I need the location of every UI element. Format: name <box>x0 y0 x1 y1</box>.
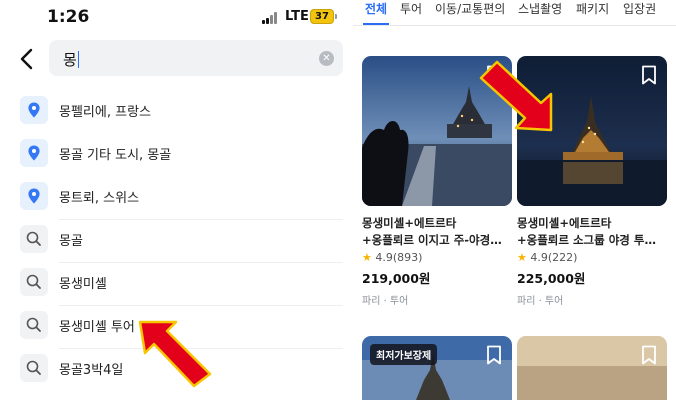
tab-snap[interactable]: 스냅촬영 <box>518 0 562 17</box>
suggestion-label: 몽생미셸 투어 <box>59 320 135 335</box>
star-icon: ★ <box>362 251 372 264</box>
network-label: LTE <box>285 9 309 24</box>
location-pin-icon <box>20 96 48 124</box>
tab-transport[interactable]: 이동/교통편의 <box>435 0 505 17</box>
suggestion-label: 몽생미셸 <box>59 277 107 292</box>
search-icon <box>20 268 48 296</box>
product-title: 몽생미셸+에트르타 +옹플뢰르 소그룹 야경 투… <box>517 216 656 247</box>
bookmark-icon[interactable] <box>641 65 657 85</box>
signal-icon <box>262 12 282 24</box>
search-icon <box>20 354 48 382</box>
product-meta: 파리 · 투어 <box>517 296 564 307</box>
search-icon <box>20 225 48 253</box>
suggestion-item[interactable]: 몽펠리에, 프랑스 <box>0 90 353 133</box>
search-icon <box>20 311 48 339</box>
active-tab-indicator <box>363 23 389 25</box>
search-screen: 1:26 LTE 37 몽 ✕ 몽펠리에, 프랑스 몽골 기타 도시, 몽골 몽… <box>0 0 353 400</box>
suggestion-item[interactable]: 몽골 <box>0 219 353 262</box>
suggestion-label: 몽트뢰, 스위스 <box>59 191 140 206</box>
product-rating: ★ 4.9(893) <box>362 251 423 264</box>
annotation-arrow <box>138 320 212 388</box>
battery-icon: 37 <box>310 9 337 24</box>
bookmark-icon[interactable] <box>641 345 657 365</box>
suggestion-label: 몽펠리에, 프랑스 <box>59 105 151 120</box>
status-time: 1:26 <box>47 7 90 27</box>
product-rating: ★ 4.9(222) <box>517 251 578 264</box>
search-query: 몽 <box>63 51 77 69</box>
product-card[interactable] <box>517 336 667 400</box>
chevron-left-icon <box>20 48 33 70</box>
product-price: 225,000원 <box>517 271 586 286</box>
bookmark-icon[interactable] <box>486 345 502 365</box>
suggestion-item[interactable]: 몽골 기타 도시, 몽골 <box>0 133 353 176</box>
star-icon: ★ <box>517 251 527 264</box>
tab-ticket[interactable]: 입장권 <box>623 0 656 17</box>
suggestion-item[interactable]: 몽생미셸 <box>0 262 353 305</box>
results-screen: 전체 투어 이동/교통편의 스냅촬영 패키지 입장권 몽생미셸+에트르타 +옹플… <box>353 0 676 400</box>
category-tabs: 전체 투어 이동/교통편의 스냅촬영 패키지 입장권 <box>353 0 676 26</box>
lowest-price-badge: 최저가보장제 <box>370 344 438 365</box>
location-pin-icon <box>20 182 48 210</box>
tab-all[interactable]: 전체 <box>365 0 387 17</box>
status-bar: 1:26 LTE 37 <box>0 0 353 34</box>
product-price: 219,000원 <box>362 271 431 286</box>
product-card[interactable]: 최저가보장제 <box>362 336 512 400</box>
back-button[interactable] <box>16 46 40 72</box>
annotation-arrow <box>479 60 553 132</box>
suggestion-label: 몽골3박4일 <box>59 363 124 378</box>
tab-package[interactable]: 패키지 <box>576 0 609 17</box>
tab-tour[interactable]: 투어 <box>400 0 422 17</box>
suggestion-item[interactable]: 몽트뢰, 스위스 <box>0 176 353 219</box>
suggestion-label: 몽골 기타 도시, 몽골 <box>59 148 172 163</box>
location-pin-icon <box>20 139 48 167</box>
suggestion-label: 몽골 <box>59 234 83 249</box>
search-input[interactable]: 몽 ✕ <box>49 40 343 76</box>
clear-icon[interactable]: ✕ <box>319 51 334 66</box>
product-meta: 파리 · 투어 <box>362 296 409 307</box>
product-title: 몽생미셸+에트르타 +옹플뢰르 이지고 주-야경… <box>362 216 502 247</box>
text-caret <box>77 51 80 68</box>
